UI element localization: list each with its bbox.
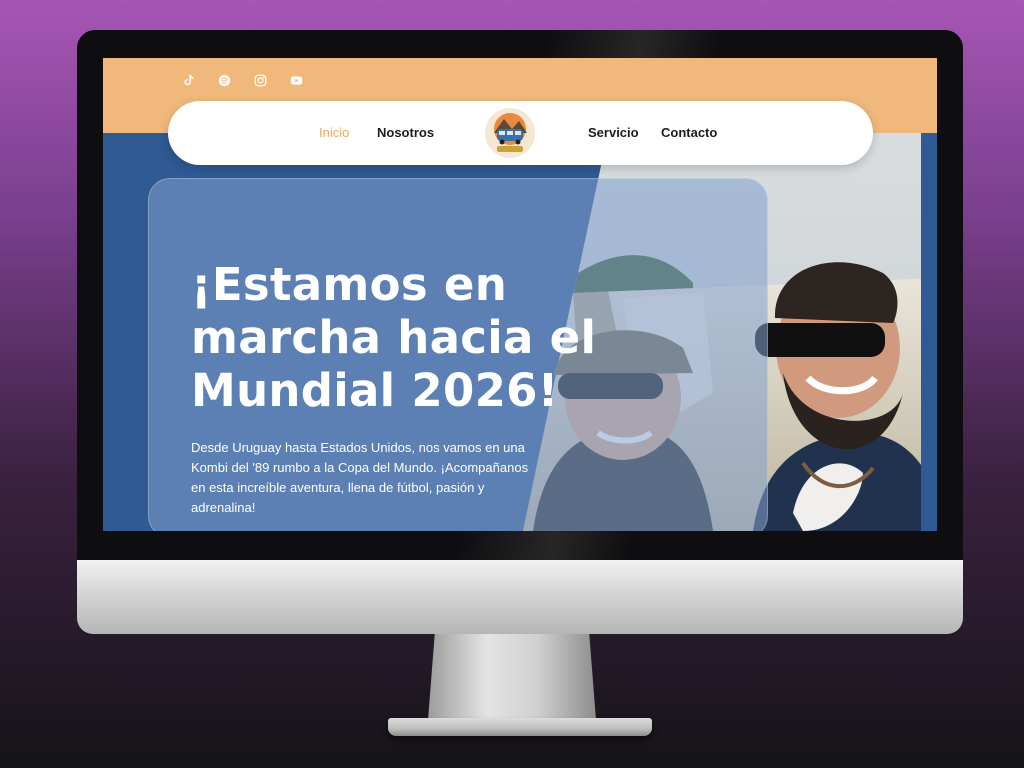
website-screen: ¡Estamos en marcha hacia el Mundial 2026… <box>103 58 937 531</box>
navigation-bar: Inicio Nosotros Servicio Contacto <box>168 101 873 165</box>
hero-title: ¡Estamos en marcha hacia el Mundial 2026… <box>191 258 597 417</box>
spotify-icon[interactable] <box>215 72 233 88</box>
hero-description: Desde Uruguay hasta Estados Unidos, nos … <box>191 440 529 515</box>
monitor-chin <box>77 560 963 634</box>
monitor-stand-neck <box>428 634 596 720</box>
nav-contacto[interactable]: Contacto <box>661 125 717 140</box>
nav-inicio[interactable]: Inicio <box>319 125 349 140</box>
monitor-stand-base <box>388 718 652 736</box>
nav-nosotros[interactable]: Nosotros <box>377 125 434 140</box>
kombi-logo-icon <box>485 108 535 158</box>
hero-right-strip <box>921 133 937 531</box>
youtube-icon[interactable] <box>287 72 305 88</box>
nav-servicio[interactable]: Servicio <box>588 125 639 140</box>
tiktok-icon[interactable] <box>179 72 197 88</box>
instagram-icon[interactable] <box>251 72 269 88</box>
brand-logo[interactable] <box>482 105 538 161</box>
social-links <box>179 72 305 88</box>
